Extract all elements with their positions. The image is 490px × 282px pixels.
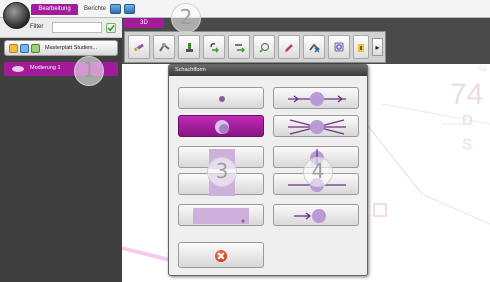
cross-connection-icon bbox=[288, 119, 346, 135]
eye-icon bbox=[12, 66, 24, 72]
small-dot-icon bbox=[219, 96, 225, 102]
refresh-icon bbox=[31, 44, 40, 53]
shaft-icon bbox=[159, 43, 170, 52]
sphere-icon bbox=[215, 120, 229, 134]
shape-option-small-dot[interactable] bbox=[178, 87, 264, 109]
sidebar: Masterplatt Studien... Modierung 1 bbox=[0, 38, 122, 282]
dialog-title: Schachtform bbox=[169, 65, 367, 76]
shape-option-rectangle[interactable] bbox=[178, 204, 264, 226]
app-menu-orb[interactable] bbox=[3, 2, 30, 29]
close-button[interactable] bbox=[178, 242, 264, 268]
pipe-tool-button[interactable] bbox=[128, 35, 150, 59]
close-icon bbox=[215, 250, 227, 262]
toolbar-next-button[interactable]: ▸ bbox=[372, 38, 383, 56]
rectangle-icon bbox=[193, 208, 249, 224]
filter-input[interactable] bbox=[52, 22, 102, 33]
callout-4: 4 bbox=[303, 157, 333, 187]
search-tool-button[interactable] bbox=[328, 35, 350, 59]
callout-3: 3 bbox=[207, 157, 237, 187]
connection-option-inflow[interactable] bbox=[273, 204, 359, 226]
pencil-icon bbox=[284, 44, 293, 53]
settings-icon bbox=[20, 44, 29, 53]
edit-tool-button[interactable] bbox=[278, 35, 300, 59]
sidebar-item-label: Modierung 1 bbox=[30, 65, 61, 71]
straight-connection-icon bbox=[288, 92, 346, 106]
connection-option-cross[interactable] bbox=[273, 115, 359, 137]
callout-2: 2 bbox=[171, 3, 201, 33]
background-number: 74 bbox=[450, 78, 484, 111]
background-letter-s: S bbox=[462, 136, 473, 153]
shape-dialog: Schachtform bbox=[168, 64, 368, 276]
filter-label: Filter bbox=[30, 24, 44, 30]
toolbar: ▸ bbox=[124, 31, 386, 63]
measure-icon bbox=[259, 42, 270, 53]
rotate-tool-button[interactable] bbox=[203, 35, 225, 59]
marker-tool-button[interactable] bbox=[178, 35, 200, 59]
shape-option-sphere[interactable] bbox=[178, 115, 264, 137]
shaft-tool-button[interactable] bbox=[153, 35, 175, 59]
background-fragment: So bbox=[478, 66, 487, 73]
delete-shape-icon bbox=[309, 43, 320, 53]
move-tool-button[interactable] bbox=[228, 35, 250, 59]
app-window: Bearbeitung Berichte Filter Masterplatt … bbox=[0, 0, 490, 282]
folder-icon bbox=[9, 44, 18, 53]
background-letter-d: D bbox=[462, 112, 473, 129]
connection-option-straight[interactable] bbox=[273, 87, 359, 109]
pipe-icon bbox=[134, 43, 144, 52]
measure-tool-button[interactable] bbox=[253, 35, 275, 59]
marker-icon bbox=[186, 43, 193, 52]
import-icon[interactable] bbox=[124, 4, 135, 14]
inflow-connection-icon bbox=[294, 209, 326, 223]
rotate-icon bbox=[210, 43, 219, 53]
sidebar-header[interactable]: Masterplatt Studien... bbox=[4, 40, 118, 56]
delete-tool-button[interactable] bbox=[303, 35, 325, 59]
move-icon bbox=[235, 44, 245, 53]
label-tool-button[interactable] bbox=[353, 35, 369, 59]
tab-3d[interactable]: 3D bbox=[124, 18, 164, 28]
tab-bearbeitung[interactable]: Bearbeitung bbox=[31, 4, 78, 15]
ribbon-bar: Bearbeitung Berichte bbox=[0, 0, 490, 18]
sidebar-header-label: Masterplatt Studien... bbox=[45, 45, 97, 51]
callout-1: 1 bbox=[74, 56, 104, 86]
search-icon bbox=[334, 42, 344, 52]
export-icon[interactable] bbox=[110, 4, 121, 14]
filter-check-icon[interactable] bbox=[106, 23, 116, 33]
label-icon bbox=[358, 44, 364, 52]
tab-berichte[interactable]: Berichte bbox=[80, 4, 106, 15]
